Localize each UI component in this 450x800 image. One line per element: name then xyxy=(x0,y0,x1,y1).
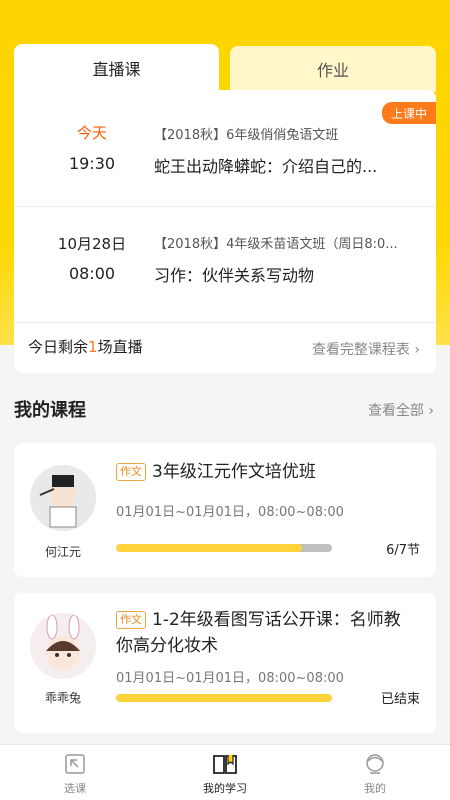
lesson-title: 习作：伙伴关系写动物 xyxy=(154,266,315,285)
chevron-right-icon: › xyxy=(428,403,434,419)
profile-icon xyxy=(366,754,384,774)
live-lessons-card: 上课中 今天 19:30 【2018秋】6年级俏俏兔语文班 蛇王出动降蟒蛇：介绍… xyxy=(14,90,436,373)
tab-label: 选课 xyxy=(64,782,86,795)
tab-profile[interactable]: 我的 xyxy=(300,745,450,800)
remaining-count: 1 xyxy=(88,338,98,356)
course-select-icon xyxy=(65,754,85,774)
teacher-name: 乖乖兔 xyxy=(44,691,81,705)
course-title-text: 3年级江元作文培优班 xyxy=(152,462,316,482)
course-card[interactable]: 乖乖兔 作文 1-2年级看图写话公开课：名师教你高分化妆术 01月01日~01月0… xyxy=(14,593,436,733)
course-title: 作文 1-2年级看图写话公开课：名师教你高分化妆术 xyxy=(116,607,416,659)
course-progress-fill xyxy=(116,694,332,702)
lesson-item[interactable]: 今天 19:30 【2018秋】6年级俏俏兔语文班 蛇王出动降蟒蛇：介绍自己的.… xyxy=(14,90,436,206)
tab-label: 我的学习 xyxy=(203,782,247,795)
full-schedule-link[interactable]: 查看完整课程表 › xyxy=(312,339,420,359)
course-status: 6/7节 xyxy=(386,543,420,558)
lesson-date: 10月28日 xyxy=(57,235,127,253)
tab-course-select[interactable]: 选课 xyxy=(0,745,150,800)
teacher-name: 何江元 xyxy=(44,545,81,559)
tab-live-class[interactable]: 直播课 xyxy=(14,44,219,92)
lesson-time: 19:30 xyxy=(68,154,116,173)
course-dates: 01月01日~01月01日，08:00~08:00 xyxy=(116,505,344,520)
lesson-course-name: 【2018秋】6年级俏俏兔语文班 xyxy=(154,128,339,143)
teacher-avatar xyxy=(30,613,96,679)
lesson-course-name: 【2018秋】4年级禾苗语文班（周日8:0... xyxy=(154,237,398,252)
remaining-live-count: 今日剩余1场直播 xyxy=(28,336,143,357)
my-study-icon xyxy=(213,755,237,774)
see-all-label: 查看全部 xyxy=(367,403,424,419)
full-schedule-label: 查看完整课程表 xyxy=(311,342,410,358)
tab-homework[interactable]: 作业 xyxy=(230,46,436,92)
tab-label: 我的 xyxy=(364,782,386,795)
chevron-right-icon: › xyxy=(414,342,420,358)
lesson-time: 08:00 xyxy=(68,264,116,283)
remaining-prefix: 今日剩余 xyxy=(28,338,89,356)
see-all-courses-link[interactable]: 查看全部 › xyxy=(368,400,434,420)
course-title: 作文 3年级江元作文培优班 xyxy=(116,459,416,485)
course-title-text: 1-2年级看图写话公开课：名师教你高分化妆术 xyxy=(116,610,401,656)
lesson-tabs: 直播课 作业 xyxy=(14,44,436,92)
lesson-title: 蛇王出动降蟒蛇：介绍自己的... xyxy=(154,157,378,176)
remaining-suffix: 场直播 xyxy=(97,338,143,356)
divider xyxy=(14,322,436,323)
course-status: 已结束 xyxy=(380,692,420,707)
course-tag: 作文 xyxy=(116,463,146,481)
course-card[interactable]: 何江元 作文 3年级江元作文培优班 01月01日~01月01日，08:00~08:… xyxy=(14,443,436,577)
tab-my-study[interactable]: 我的学习 xyxy=(150,745,300,800)
my-courses-title: 我的课程 xyxy=(14,400,86,421)
course-progress-bar xyxy=(116,694,332,702)
course-dates: 01月01日~01月01日，08:00~08:00 xyxy=(116,671,344,686)
lesson-date: 今天 xyxy=(76,124,107,142)
course-progress-fill xyxy=(116,544,302,552)
lesson-item[interactable]: 10月28日 08:00 【2018秋】4年级禾苗语文班（周日8:0... 习作… xyxy=(14,207,436,323)
course-progress-bar xyxy=(116,544,332,552)
course-tag: 作文 xyxy=(116,611,146,629)
bottom-tab-bar: 选课 我的学习 我的 xyxy=(0,744,450,800)
teacher-avatar xyxy=(30,465,96,531)
